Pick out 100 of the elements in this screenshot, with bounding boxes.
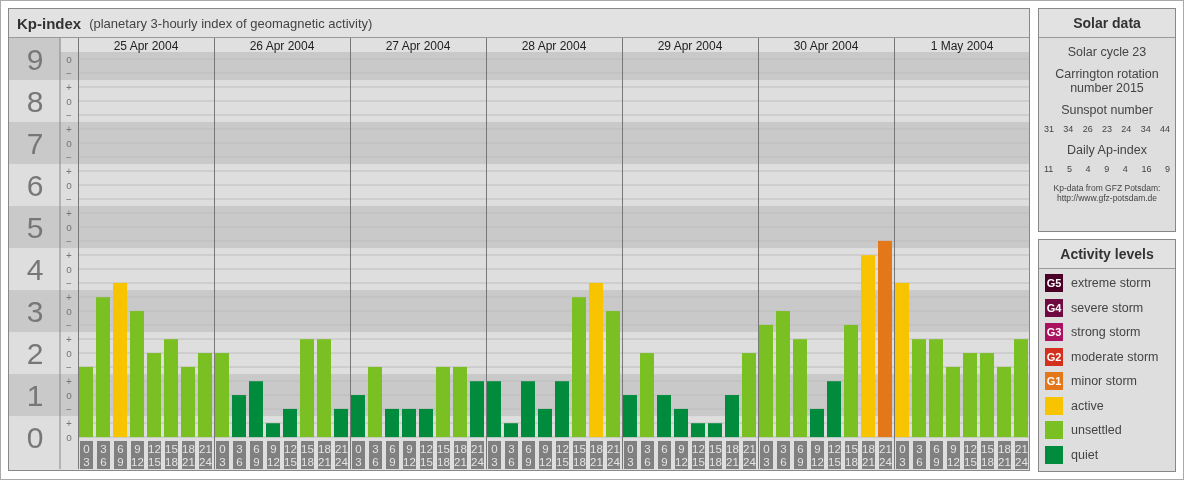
time-slot-label: 12 15 — [420, 441, 433, 469]
time-slot-label: 3 6 — [913, 441, 926, 469]
kp-subtick-label: − — [66, 404, 72, 416]
time-slot-label: 21 24 — [879, 441, 892, 469]
kp-subtick-label: o — [66, 222, 72, 234]
time-slot-label: 0 3 — [80, 441, 93, 469]
time-slot-label: 18 21 — [590, 441, 603, 469]
time-slot-label: 15 18 — [573, 441, 586, 469]
time-slot-label: 9 12 — [947, 441, 960, 469]
kp-subtick-label: o — [66, 96, 72, 107]
time-slot-label: 6 9 — [250, 441, 263, 469]
time-slot-label: 21 24 — [1015, 441, 1028, 469]
time-slot-label: 15 18 — [301, 441, 314, 469]
date-label: 1 May 2004 — [930, 38, 994, 53]
time-slot-label: 21 24 — [607, 441, 620, 469]
time-slot-label: 9 12 — [267, 441, 280, 469]
kp-subtick-label: o — [66, 390, 72, 402]
kp-subtick-label: − — [66, 278, 72, 290]
time-slot-label: 15 18 — [437, 441, 450, 469]
kp-subtick-label: + — [66, 124, 72, 135]
sunspot-value: 34 — [1140, 124, 1151, 134]
time-slot-label: 18 21 — [454, 441, 467, 469]
kp-subtick-label: o — [66, 180, 72, 192]
time-slot-label: 0 3 — [624, 441, 637, 469]
kp-subtick-label: + — [66, 418, 72, 430]
sunspot-value: 23 — [1102, 124, 1112, 134]
time-slot-label: 3 6 — [641, 441, 654, 469]
ap-index-value: 16 — [1141, 164, 1152, 174]
chart-title: Kp-index — [17, 14, 82, 32]
time-slot-label: 12 15 — [964, 441, 977, 469]
level-swatch: G2 — [1045, 347, 1063, 366]
time-slot-label: 6 9 — [794, 441, 807, 469]
date-label: 28 Apr 2004 — [521, 38, 587, 53]
time-slot-label: 21 24 — [335, 441, 348, 469]
time-slot-label: 3 6 — [505, 441, 518, 469]
kp-band-label: 9 — [26, 42, 44, 76]
time-slot-label: 3 6 — [777, 441, 790, 469]
date-label: 27 Apr 2004 — [385, 38, 451, 53]
panel-title: Solar data — [1039, 9, 1175, 38]
time-slot-label: 12 15 — [284, 441, 297, 469]
kp-band-label: 1 — [26, 378, 44, 412]
kp-subtick-label: + — [66, 292, 72, 304]
kp-subtick-label: + — [66, 376, 72, 388]
time-slot-label: 9 12 — [403, 441, 416, 469]
level-label: severe storm — [1071, 300, 1144, 315]
sunspot-value: 44 — [1159, 124, 1170, 134]
sunspot-heading: Sunspot number — [1061, 103, 1153, 117]
kp-subtick-label: − — [66, 68, 72, 79]
time-slot-label: 18 21 — [862, 441, 875, 469]
kp-subtick-label: + — [66, 334, 72, 346]
time-slot-label: 12 15 — [556, 441, 569, 469]
time-slot-label: 12 15 — [148, 441, 161, 469]
kp-subtick-label: − — [66, 320, 72, 332]
carrington-rotation: Carrington rotation number 2015 — [1054, 67, 1160, 95]
kp-band-label: 8 — [26, 84, 44, 118]
ap-index-value: 11 — [1044, 164, 1054, 174]
ap-index-value: 9 — [1104, 164, 1110, 174]
solar-cycle: Solar cycle 23 — [1067, 45, 1147, 59]
panel-title: Activity levels — [1039, 240, 1175, 269]
kp-subtick-label: − — [66, 236, 72, 248]
time-slot-label: 15 18 — [165, 441, 178, 469]
kp-subtick-label: − — [66, 152, 72, 163]
sunspot-value: 31 — [1044, 124, 1054, 134]
level-swatch: G3 — [1045, 323, 1063, 342]
time-slot-label: 18 21 — [182, 441, 195, 469]
time-slot-label: 3 6 — [233, 441, 246, 469]
kp-subtick-label: − — [66, 110, 72, 121]
time-slot-label: 6 9 — [658, 441, 671, 469]
kp-band-label: 0 — [26, 420, 44, 454]
kp-band-label: 6 — [26, 168, 44, 202]
level-label: quiet — [1071, 447, 1099, 462]
sunspot-value: 34 — [1063, 124, 1074, 134]
level-swatch: G1 — [1045, 372, 1063, 391]
sunspot-value: 26 — [1082, 124, 1093, 134]
date-label: 25 Apr 2004 — [113, 38, 179, 53]
time-slot-label: 6 9 — [522, 441, 535, 469]
time-slot-label: 18 21 — [318, 441, 331, 469]
time-slot-label: 6 9 — [114, 441, 127, 469]
time-slot-label: 9 12 — [539, 441, 552, 469]
time-slot-label: 15 18 — [709, 441, 722, 469]
source-note: Kp-data from GFZ Potsdam: — [1053, 183, 1161, 193]
time-slot-label: 0 3 — [896, 441, 909, 469]
level-label: moderate storm — [1071, 349, 1159, 364]
date-label: 26 Apr 2004 — [249, 38, 315, 53]
kp-subtick-label: + — [66, 166, 72, 177]
time-slot-label: 3 6 — [369, 441, 382, 469]
time-slot-label: 9 12 — [131, 441, 144, 469]
time-slot-label: 18 21 — [998, 441, 1011, 469]
kp-subtick-label: − — [66, 362, 72, 374]
kp-subtick-label: + — [66, 208, 72, 220]
time-slot-label: 3 6 — [97, 441, 110, 469]
kp-subtick-label: o — [66, 264, 72, 276]
source-url: http://www.gfz-potsdam.de — [1056, 193, 1158, 203]
time-slot-label: 9 12 — [675, 441, 688, 469]
level-swatch: G4 — [1045, 298, 1063, 317]
kp-subtick-label: o — [66, 432, 72, 444]
time-slot-label: 0 3 — [760, 441, 773, 469]
level-label: minor storm — [1071, 374, 1137, 389]
time-slot-label: 21 24 — [471, 441, 484, 469]
time-slot-label: 18 21 — [726, 441, 739, 469]
